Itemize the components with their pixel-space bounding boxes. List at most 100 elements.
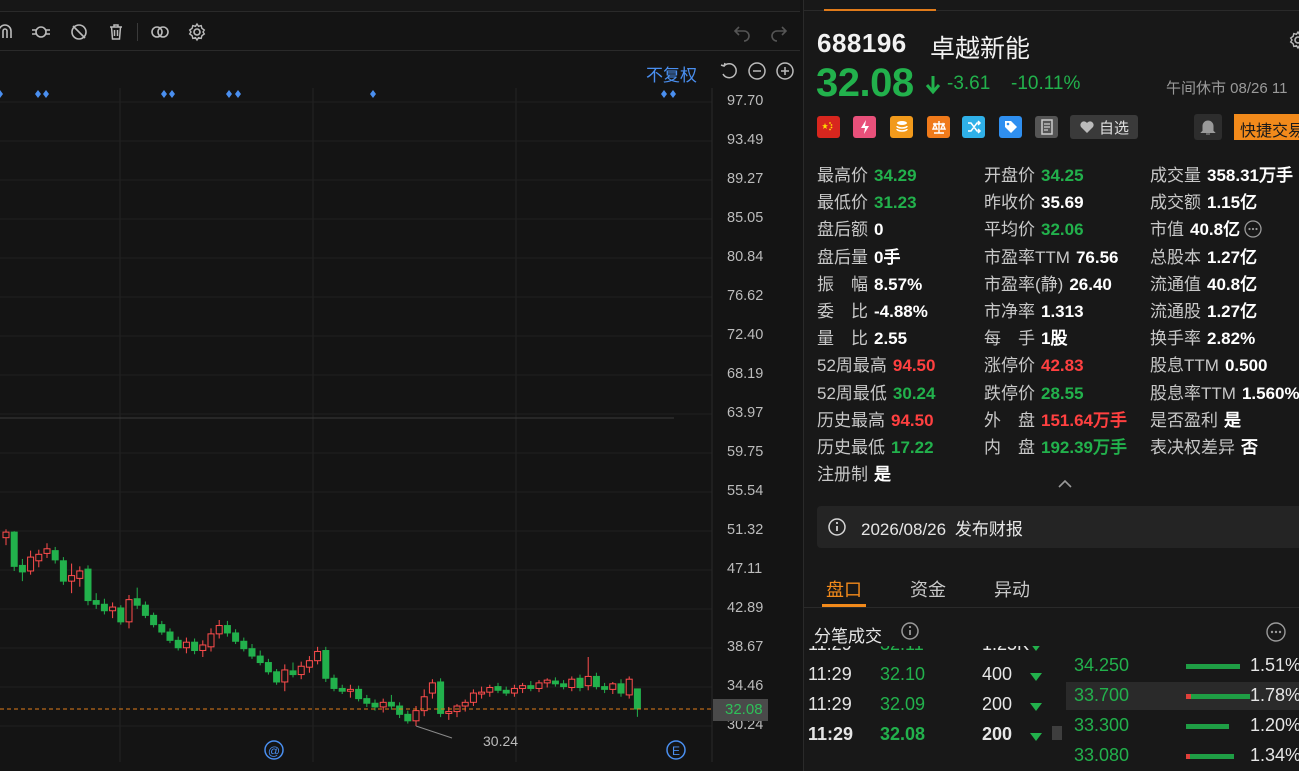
stat-label: 流通值 [1150,274,1201,294]
distribution-row: 34.250 1.51% [1066,652,1299,680]
stat-label: 开盘价 [984,166,1035,185]
stat-item: 市值 40.8亿 [1150,215,1263,240]
stat-value: 17.22 [891,438,934,457]
stat-label: 盘后量 [817,247,868,267]
mention-marker-icon[interactable]: @ [264,740,284,760]
zoom-in-icon[interactable] [774,60,796,82]
event-marker-icon [370,90,376,98]
y-tick-label: 42.89 [727,600,764,616]
shuffle-icon[interactable] [962,116,985,138]
distribution-pct: 1.34% [1250,745,1299,765]
stat-item: 市盈率TTM 76.56 [984,243,1118,268]
chart-pane[interactable]: @ E 不复权 97.70 93.49 89.27 85.05 80.84 76.62 72.… [0,0,800,771]
tab-orderbook[interactable]: 盘口 [826,576,862,602]
tick-row: 11:29 32.10 400 [808,664,1054,692]
y-tick-label: 34.46 [727,678,764,694]
panel-settings-icon[interactable] [1288,30,1299,50]
stat-value: 1.313 [1041,302,1084,321]
candle-body [174,639,182,649]
tab-capital[interactable]: 资金 [910,576,946,602]
sell-arrow-icon [1030,673,1042,681]
candlestick-chart[interactable]: @ E [0,0,800,771]
stat-item: 注册制是 [817,460,891,485]
stat-label: 成交量 [1150,166,1201,185]
tick-list[interactable]: 11:29 32.11 1.25K 11:29 32.10 400 11:29 32.09 20… [804,646,1054,771]
candle-body [18,564,26,573]
stat-item: 是否盈利是 [1150,406,1241,431]
price-distribution[interactable]: 34.250 1.51% 33.700 1.78% 33.300 1.20% 33.080 1… [1066,652,1299,771]
stat-label: 最高价 [817,166,868,185]
reset-icon[interactable] [718,60,740,82]
stat-label: 振 幅 [817,274,868,294]
quick-trade-button[interactable]: 快捷交易 [1234,114,1299,140]
candle-body [445,711,453,714]
alert-button[interactable] [1194,114,1222,140]
panel-tab-strip [804,0,1299,11]
stat-label: 外 盘 [984,410,1035,430]
earnings-marker-icon[interactable]: E [666,740,686,760]
tab-underline [822,604,866,607]
candle-body [461,701,469,707]
candle-body [609,683,617,690]
candle-body [43,548,51,554]
zoom-out-icon[interactable] [746,60,768,82]
stat-item: 最低价 31.23 [817,188,917,213]
stat-item: 表决权差异否 [1150,433,1258,458]
distribution-bar [1186,754,1234,759]
more-icon[interactable] [1265,621,1287,643]
last-price-tag: 32.08 [713,699,768,721]
tab-movement[interactable]: 异动 [994,576,1030,602]
candle-body [535,682,543,689]
sell-arrow-icon [1030,733,1042,741]
coins-icon[interactable] [890,116,913,138]
stat-label: 是否盈利 [1150,410,1218,430]
stat-label: 注册制 [817,465,868,485]
stat-item: 涨停价 42.83 [984,351,1084,376]
market-status: 午间休市 08/26 11 [1166,80,1288,97]
document-icon[interactable] [1035,116,1058,138]
candle-body [51,550,59,561]
stat-value: 8.57% [874,274,923,294]
tick-time: 11:29 [808,694,852,714]
event-marker-icon [43,90,49,98]
tick-volume: 1.25K [982,646,1029,655]
stat-label: 昨收价 [984,193,1035,213]
stat-label: 流通股 [1150,302,1201,321]
stat-label: 量 比 [817,329,868,349]
stat-item: 昨收价 35.69 [984,188,1084,213]
candle-body [215,625,223,635]
stat-item: 盘后额 0 [817,215,883,240]
stat-item: 跌停价 28.55 [984,379,1084,404]
tick-scrollbar[interactable] [1052,726,1062,740]
stat-label: 跌停价 [984,383,1035,403]
stat-label: 换手率 [1150,329,1201,349]
balance-icon[interactable] [927,116,950,138]
flash-icon[interactable] [853,116,876,138]
candle-body [322,650,330,679]
candle-body [486,687,494,693]
stat-label: 内 盘 [984,438,1035,457]
candle-body [568,678,576,689]
stat-item: 外 盘 151.64万手 [984,406,1127,431]
tag-icon[interactable] [999,116,1022,138]
chevron-up-icon[interactable] [1056,478,1074,490]
candle-body [100,603,108,612]
y-tick-label: 38.67 [727,639,764,655]
stat-value: 94.50 [892,356,936,376]
y-tick-label: 72.40 [727,327,764,343]
earnings-notice[interactable]: 2026/08/26 发布财报 [817,506,1299,548]
stat-item: 换手率 2.82% [1150,324,1255,349]
candle-body [109,606,117,612]
candle-body [248,648,256,657]
info-icon[interactable] [900,621,920,641]
add-watchlist-button[interactable]: 自选 [1070,115,1138,139]
candle-body [207,633,215,648]
cn-flag-icon[interactable] [817,116,840,138]
svg-text:E: E [672,744,680,758]
adjust-mode-label[interactable]: 不复权 [646,61,697,86]
y-tick-label: 89.27 [727,171,764,187]
more-dots-icon[interactable] [1240,220,1263,239]
distribution-price: 33.300 [1074,715,1130,735]
y-tick-label: 47.11 [727,561,763,577]
stat-label: 总股本 [1150,247,1201,267]
